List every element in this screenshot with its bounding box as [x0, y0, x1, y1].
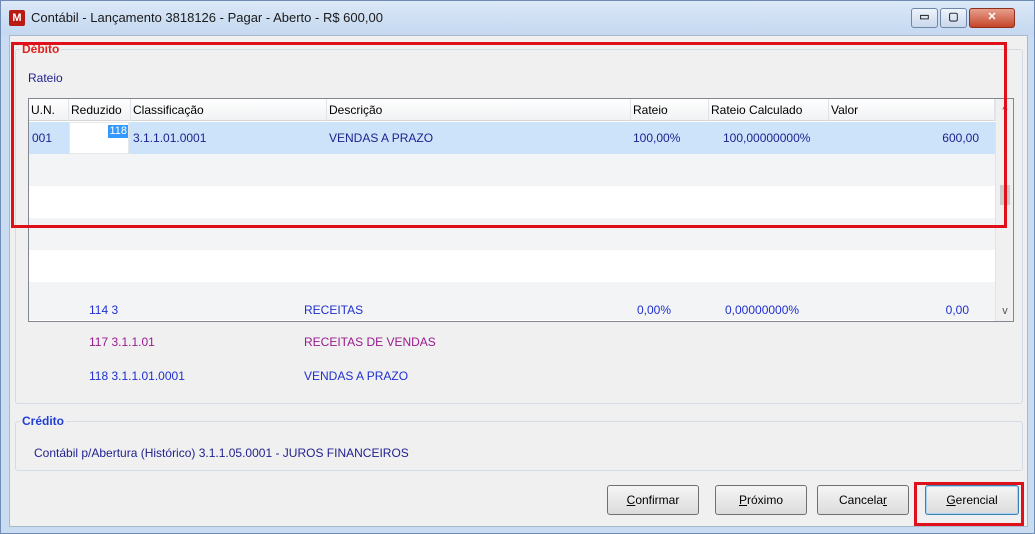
- table-row[interactable]: 001 118 3.1.1.01.0001 VENDAS A PRAZO 100…: [29, 122, 995, 154]
- rateio-label: Rateio: [28, 71, 63, 85]
- credit-legend: Crédito: [20, 414, 66, 428]
- col-header-reduzido[interactable]: Reduzido: [69, 99, 131, 121]
- tree-desc-receitas-de-vendas: RECEITAS DE VENDAS: [304, 335, 436, 349]
- cell-descricao: VENDAS A PRAZO: [329, 131, 434, 145]
- reduzido-value: 118: [108, 125, 128, 138]
- cell-un: 001: [32, 131, 53, 145]
- confirmar-button[interactable]: Confirmar: [607, 485, 699, 515]
- col-header-rateio-calculado[interactable]: Rateio Calculado: [709, 99, 829, 121]
- empty-row[interactable]: [29, 250, 995, 282]
- tree-desc-vendas-a-prazo: VENDAS A PRAZO: [304, 369, 409, 383]
- cell-valor: 600,00: [942, 131, 979, 145]
- cancelar-button[interactable]: Cancelar: [817, 485, 909, 515]
- scroll-thumb[interactable]: [1000, 185, 1010, 205]
- gerencial-button[interactable]: Gerencial: [925, 485, 1019, 515]
- tree-code-117: 117 3.1.1.01: [89, 335, 155, 349]
- gerencial-mnemonic: G: [946, 493, 956, 507]
- grid-header: U.N. Reduzido Classificação Descrição Ra…: [29, 99, 995, 121]
- col-header-descricao[interactable]: Descrição: [327, 99, 631, 121]
- empty-row[interactable]: [29, 282, 995, 320]
- cell-classificacao: 3.1.1.01.0001: [133, 131, 207, 145]
- cell-rateio-calculado: 100,00000000%: [723, 131, 811, 145]
- empty-row[interactable]: [29, 154, 995, 186]
- gerencial-label: erencial: [955, 493, 998, 507]
- scroll-down-icon[interactable]: v: [996, 302, 1014, 320]
- proximo-button[interactable]: Próximo: [715, 485, 807, 515]
- col-header-valor[interactable]: Valor: [829, 99, 995, 121]
- app-logo-icon: M: [9, 10, 25, 26]
- cancelar-mnemonic: r: [883, 493, 888, 507]
- tree-code-114: 114 3: [89, 303, 119, 317]
- debit-legend: Débito: [20, 42, 62, 56]
- grid-vertical-scrollbar[interactable]: ^ v: [995, 99, 1013, 321]
- tree-rateio: 0,00%: [637, 303, 672, 317]
- col-header-un[interactable]: U.N.: [29, 99, 69, 121]
- col-header-rateio[interactable]: Rateio: [631, 99, 709, 121]
- tree-rateio-calculado: 0,00000000%: [725, 303, 800, 317]
- minimize-button[interactable]: ▭: [911, 8, 938, 28]
- app-window: M Contábil - Lançamento 3818126 - Pagar …: [0, 0, 1035, 534]
- cancelar-label: Cancela: [838, 493, 884, 507]
- empty-row[interactable]: [29, 218, 995, 250]
- confirmar-label: onfirmar: [635, 493, 680, 507]
- empty-row[interactable]: [29, 186, 995, 218]
- tree-desc-receitas: RECEITAS: [304, 303, 364, 317]
- proximo-label: róximo: [747, 493, 784, 507]
- close-button[interactable]: ✕: [969, 8, 1015, 28]
- maximize-button[interactable]: ▢: [940, 8, 967, 28]
- cell-rateio: 100,00%: [633, 131, 681, 145]
- scroll-up-icon[interactable]: ^: [996, 101, 1014, 119]
- dialog-body: Débito Rateio U.N. Reduzido Classificaçã…: [9, 35, 1028, 527]
- tree-code-118: 118 3.1.1.01.0001: [89, 369, 185, 383]
- tree-valor: 0,00: [945, 303, 969, 317]
- credit-account-text: Contábil p/Abertura (Histórico) 3.1.1.05…: [34, 446, 409, 460]
- proximo-mnemonic: P: [738, 493, 747, 507]
- rateio-grid[interactable]: U.N. Reduzido Classificação Descrição Ra…: [28, 98, 1014, 322]
- window-title: Contábil - Lançamento 3818126 - Pagar - …: [31, 10, 383, 25]
- reduzido-input[interactable]: 118: [69, 122, 129, 154]
- title-bar[interactable]: M Contábil - Lançamento 3818126 - Pagar …: [1, 1, 1034, 35]
- col-header-classificacao[interactable]: Classificação: [131, 99, 327, 121]
